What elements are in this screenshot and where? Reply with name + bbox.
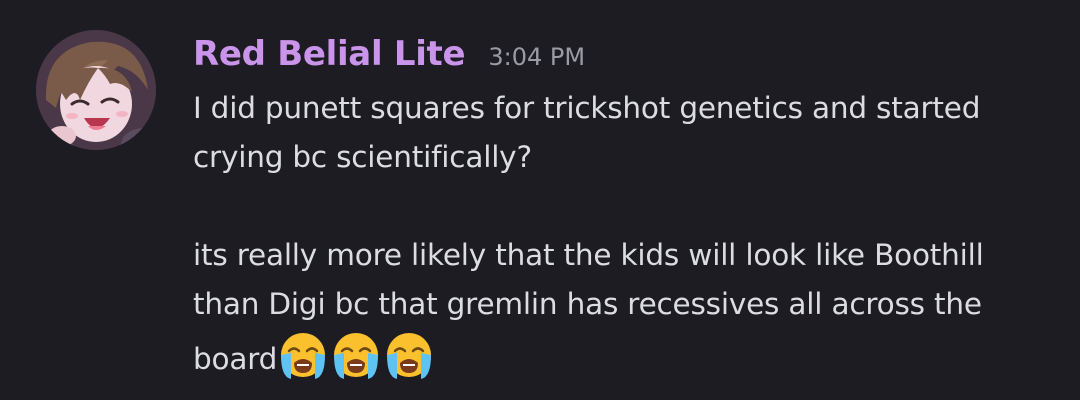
message-text: board (193, 342, 278, 376)
emoji-row (277, 329, 435, 381)
loudly-crying-face-icon[interactable] (383, 329, 435, 381)
message-line: its really more likely that the kids wil… (193, 238, 984, 272)
timestamp[interactable]: 3:04 PM (488, 43, 585, 71)
user-avatar[interactable] (36, 30, 156, 150)
message-line: I did punett squares for trickshot genet… (193, 91, 981, 125)
message-content: I did punett squares for trickshot genet… (193, 84, 1063, 384)
avatar-illustration (36, 30, 156, 150)
message-line-with-emojis: board (193, 329, 1063, 384)
message-line: crying bc scientifically? (193, 140, 532, 174)
loudly-crying-face-icon[interactable] (277, 329, 329, 381)
message-paragraph-2: its really more likely that the kids wil… (193, 231, 1063, 384)
message-header: Red Belial Lite 3:04 PM (193, 34, 585, 74)
message-line: than Digi bc that gremlin has recessives… (193, 287, 982, 321)
chat-message: Red Belial Lite 3:04 PM I did punett squ… (0, 0, 1080, 400)
message-paragraph-1: I did punett squares for trickshot genet… (193, 84, 1063, 182)
loudly-crying-face-icon[interactable] (330, 329, 382, 381)
username[interactable]: Red Belial Lite (193, 34, 466, 74)
